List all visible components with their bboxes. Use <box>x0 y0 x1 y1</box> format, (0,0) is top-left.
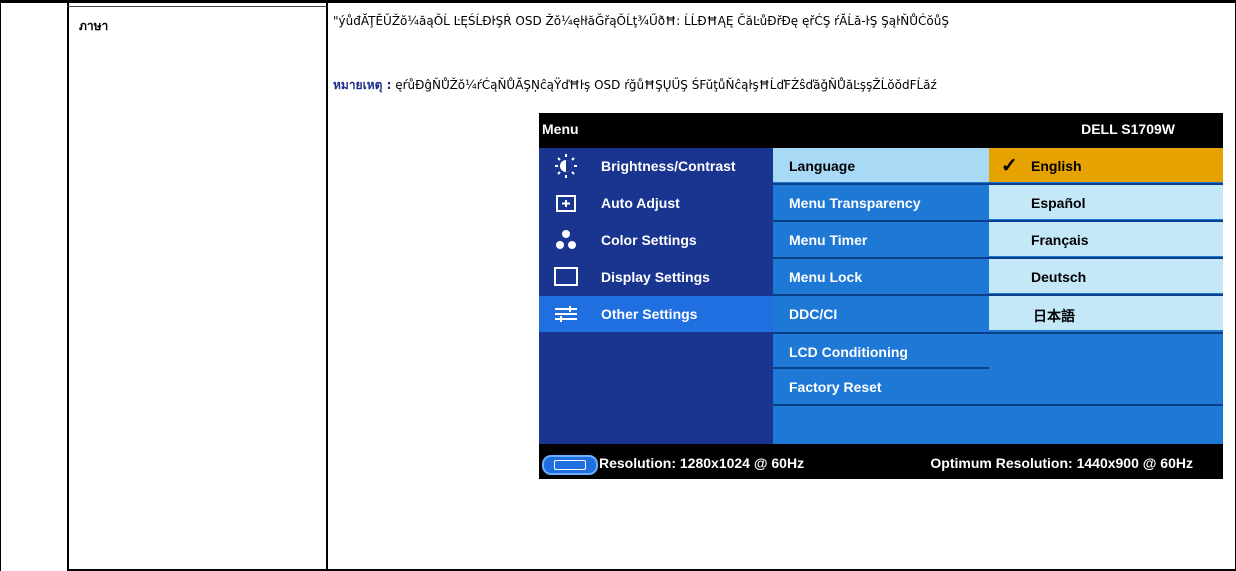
language-label: Deutsch <box>1031 269 1087 285</box>
row-description: "ýůđĂŢĔŬŽŏ¼ăąŎĹ ĿĘŚĹĐŀŞŔ OSD Žŏ¼ęŀłăĞřąŎ… <box>333 14 949 28</box>
submenu-item-label: Menu Timer <box>789 232 868 248</box>
checkmark-icon: ✓ <box>1001 155 1018 177</box>
osd-submenu: Language Menu Transparency Menu Timer Me… <box>773 148 1007 444</box>
color-settings-icon <box>552 228 580 252</box>
submenu-item-lcd-conditioning[interactable]: LCD Conditioning <box>773 334 989 368</box>
submenu-item-ddc-ci[interactable]: DDC/CI <box>773 296 989 330</box>
note-label: หมายเหตุ : <box>333 78 392 92</box>
language-divider <box>989 404 1223 406</box>
menu-item-color-settings[interactable]: Color Settings <box>539 222 773 258</box>
language-option-francais[interactable]: Français <box>989 222 1223 256</box>
table-top-border <box>67 0 1236 3</box>
table-divider-1 <box>67 0 69 571</box>
optimum-resolution: Optimum Resolution: 1440x900 @ 60Hz <box>930 455 1193 471</box>
table-divider-2 <box>326 0 328 571</box>
submenu-item-language[interactable]: Language <box>773 148 989 182</box>
document-table: ภาษา "ýůđĂŢĔŬŽŏ¼ăąŎĹ ĿĘŚĹĐŀŞŔ OSD Žŏ¼ęŀł… <box>0 0 1236 571</box>
submenu-item-label: Menu Transparency <box>789 195 921 211</box>
note-text: ęŕůĐĝŇŮŽŏ¼ŕĆąŇŮĂŞŅĉąŸďĦŀş OSD ŕğůĦŞŲŰŞ Ś… <box>395 78 937 92</box>
display-settings-icon <box>552 265 580 289</box>
submenu-item-menu-transparency[interactable]: Menu Transparency <box>773 185 989 219</box>
table-separator-stub <box>67 6 327 7</box>
language-option-espanol[interactable]: Español <box>989 185 1223 219</box>
language-label: English <box>1031 158 1082 174</box>
language-option-english[interactable]: ✓ English <box>989 148 1223 182</box>
submenu-item-label: LCD Conditioning <box>789 344 908 360</box>
osd-title: Menu <box>542 121 579 137</box>
menu-item-brightness-contrast[interactable]: Brightness/Contrast <box>539 148 773 184</box>
language-label: 日本語 <box>1033 308 1075 324</box>
submenu-item-menu-lock[interactable]: Menu Lock <box>773 259 989 293</box>
menu-item-label: Color Settings <box>601 232 697 248</box>
submenu-item-factory-reset[interactable]: Factory Reset <box>773 369 989 403</box>
menu-item-auto-adjust[interactable]: Auto Adjust <box>539 185 773 221</box>
vga-connector-icon <box>542 455 598 475</box>
submenu-item-label: DDC/CI <box>789 306 838 322</box>
osd-language-options: ✓ English Español Français Deutsch 日本語 <box>989 148 1223 444</box>
other-settings-icon <box>552 302 580 326</box>
language-option-deutsch[interactable]: Deutsch <box>989 259 1223 293</box>
language-label: Español <box>1031 195 1086 211</box>
menu-item-other-settings[interactable]: Other Settings <box>539 296 773 332</box>
row-note: หมายเหตุ : ęŕůĐĝŇŮŽŏ¼ŕĆąŇŮĂŞŅĉąŸďĦŀş OSD… <box>333 76 937 95</box>
language-option-japanese[interactable]: 日本語 <box>989 296 1223 330</box>
osd-header: Menu DELL S1709W <box>539 113 1223 146</box>
menu-item-label: Display Settings <box>601 269 710 285</box>
auto-adjust-icon <box>552 191 580 215</box>
current-resolution: Resolution: 1280x1024 @ 60Hz <box>599 455 805 471</box>
brightness-icon <box>552 154 580 178</box>
table-top-stub <box>0 0 68 3</box>
submenu-item-label: Factory Reset <box>789 379 882 395</box>
submenu-item-label: Language <box>789 158 856 174</box>
menu-item-label: Other Settings <box>601 306 698 322</box>
submenu-item-label: Menu Lock <box>789 269 863 285</box>
menu-item-display-settings[interactable]: Display Settings <box>539 259 773 295</box>
osd-menu: Menu DELL S1709W Brightness/Contrast Aut… <box>539 113 1223 479</box>
osd-model: DELL S1709W <box>1081 121 1175 137</box>
osd-footer: Resolution: 1280x1024 @ 60Hz Optimum Res… <box>539 446 1223 479</box>
submenu-item-menu-timer[interactable]: Menu Timer <box>773 222 989 256</box>
language-divider <box>989 332 1223 334</box>
osd-main-menu: Brightness/Contrast Auto Adjust Color Se… <box>539 148 773 444</box>
submenu-divider <box>773 404 989 406</box>
row-label: ภาษา <box>79 19 109 33</box>
table-border-left <box>0 0 1 571</box>
menu-item-label: Auto Adjust <box>601 195 680 211</box>
language-label: Français <box>1031 232 1089 248</box>
menu-item-label: Brightness/Contrast <box>601 158 736 174</box>
